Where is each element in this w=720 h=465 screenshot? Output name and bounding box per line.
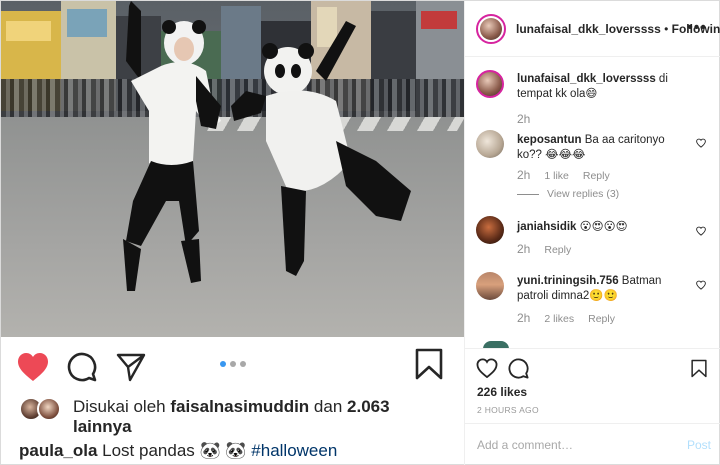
footer-action-bar (476, 358, 529, 379)
carousel-dot (219, 361, 226, 367)
panda-costume-left (123, 1, 221, 291)
avatar[interactable] (476, 216, 504, 244)
avatar[interactable] (476, 70, 504, 98)
comment-item: janiahsidik 😮😍😮😍 2h Reply (476, 216, 712, 266)
comment-time[interactable]: 2h (517, 168, 530, 182)
comment-text: 😮😍😮😍 (576, 221, 628, 233)
like-count[interactable]: 226 likes (477, 385, 527, 399)
bookmark-icon (415, 348, 443, 380)
like-button[interactable] (17, 351, 49, 383)
bookmark-icon[interactable] (691, 359, 707, 378)
post-caption: paula_ola Lost pandas 🐼 🐼 #halloween (19, 441, 337, 461)
caption-text: Lost pandas 🐼 🐼 (97, 441, 252, 460)
caption-hashtag[interactable]: #halloween (251, 441, 337, 460)
author-username[interactable]: lunafaisal_dkk_loverssss (516, 22, 661, 36)
comment-meta: 2h Reply (517, 242, 585, 256)
comment-button[interactable] (66, 351, 98, 383)
comment-meta: 2h 2 likes Reply (517, 311, 629, 325)
reply-button[interactable]: Reply (588, 313, 615, 325)
comment-meta: 2h (517, 112, 544, 126)
avatar[interactable] (476, 130, 504, 158)
liked-by-avatars (19, 397, 63, 423)
view-replies-button[interactable]: View replies (3) (517, 188, 619, 200)
share-button[interactable] (115, 351, 147, 383)
reply-button[interactable]: Reply (583, 170, 610, 182)
carousel-dot (239, 361, 246, 367)
liked-by-user-link[interactable]: faisalnasimuddin (170, 397, 309, 416)
comments-panel: lunafaisal_dkk_loverssss • Following •••… (464, 1, 720, 465)
post-action-bar (17, 349, 147, 385)
liked-by-count[interactable]: 2.063 (347, 397, 390, 416)
comment-meta: 2h 1 like Reply (517, 168, 624, 182)
heart-icon (18, 353, 48, 381)
comment-item: yuni.triningsih.756 Batman patroli dimna… (476, 272, 712, 332)
comment-like-icon[interactable] (696, 138, 706, 148)
liked-by-connector: dan (309, 397, 348, 416)
post-media-column: Disukai oleh faisalnasimuddin dan 2.063 … (1, 1, 464, 465)
comment-like-count[interactable]: 2 likes (544, 313, 574, 325)
view-replies-label: View replies (3) (547, 188, 620, 200)
comment-body: lunafaisal_dkk_loverssss di tempat kk ol… (517, 72, 692, 102)
instagram-post-view: Disukai oleh faisalnasimuddin dan 2.063 … (0, 0, 720, 465)
comment-time[interactable]: 2h (517, 311, 530, 325)
save-button[interactable] (415, 348, 447, 382)
comment-like-icon[interactable] (696, 280, 706, 290)
avatar (37, 397, 61, 421)
comment-icon (67, 352, 97, 382)
comments-list: lunafaisal_dkk_loverssss di tempat kk ol… (465, 58, 720, 348)
post-comment-button[interactable]: Post (687, 438, 711, 452)
share-icon (116, 353, 146, 382)
more-options-button[interactable]: ••• (687, 19, 707, 37)
panda-costume-right (231, 21, 411, 276)
post-photo[interactable] (1, 1, 464, 337)
comment-time[interactable]: 2h (517, 242, 530, 256)
comment-body: yuni.triningsih.756 Batman patroli dimna… (517, 274, 692, 304)
view-replies-line (517, 193, 539, 195)
add-comment-bar: Post (465, 423, 720, 465)
comment-like-icon[interactable] (696, 226, 706, 236)
comment-body: janiahsidik 😮😍😮😍 (517, 220, 692, 235)
avatar[interactable] (476, 272, 504, 300)
header-separator: • (660, 21, 672, 36)
partial-avatar (483, 341, 509, 348)
comment-input[interactable] (477, 436, 667, 454)
comment-username[interactable]: keposantun (517, 134, 582, 146)
caption-username[interactable]: paula_ola (19, 441, 97, 460)
post-timestamp: 2 HOURS AGO (477, 405, 539, 415)
carousel-dot (229, 361, 236, 367)
heart-icon[interactable] (476, 358, 498, 378)
reply-button[interactable]: Reply (544, 244, 571, 256)
liked-by: Disukai oleh faisalnasimuddin dan 2.063 … (19, 397, 449, 437)
comment-username[interactable]: yuni.triningsih.756 (517, 275, 619, 287)
comment-username[interactable]: janiahsidik (517, 221, 576, 233)
comment-like-count[interactable]: 1 like (544, 170, 569, 182)
author-avatar[interactable] (476, 13, 506, 44)
comment-body: keposantun Ba aa caritonyo ko?? 😂😂😂 (517, 133, 692, 163)
liked-by-prefix: Disukai oleh (73, 397, 171, 416)
more-icon: ••• (687, 19, 707, 36)
comment-icon[interactable] (508, 358, 529, 379)
liked-by-others[interactable]: lainnya (73, 417, 132, 436)
post-footer: 226 likes 2 HOURS AGO Post (465, 348, 720, 465)
post-header: lunafaisal_dkk_loverssss • Following ••• (465, 1, 720, 57)
liked-by-text: Disukai oleh faisalnasimuddin dan 2.063 … (73, 397, 390, 437)
comment-username[interactable]: lunafaisal_dkk_loverssss (517, 73, 656, 85)
comment-time[interactable]: 2h (517, 112, 530, 126)
